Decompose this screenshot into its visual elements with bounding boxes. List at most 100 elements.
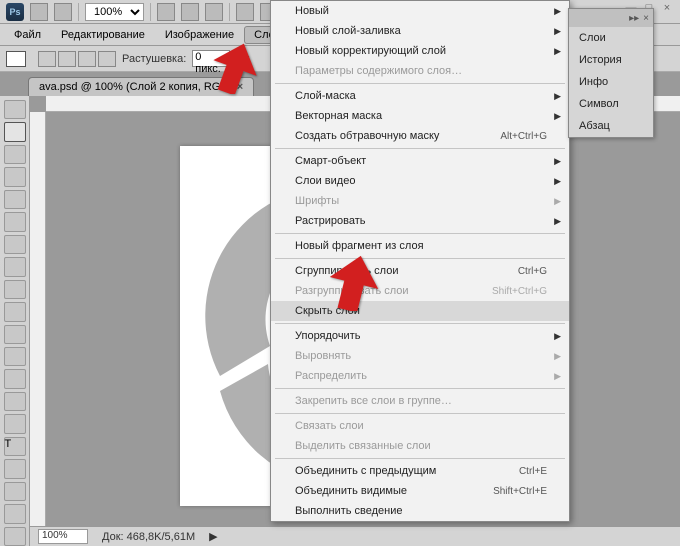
move-tool[interactable]: [4, 100, 26, 119]
wand-tool[interactable]: [4, 167, 26, 186]
menu-item: Связать слои: [271, 416, 569, 436]
menu-item[interactable]: Новый слой-заливка ▶: [271, 21, 569, 41]
menu-item-label: Выровнять: [295, 350, 351, 362]
menu-item[interactable]: Слой-маска▶: [271, 86, 569, 106]
submenu-arrow-icon: ▶: [554, 331, 561, 342]
flyout-close-icon[interactable]: ×: [643, 13, 649, 24]
submenu-arrow-icon: ▶: [554, 351, 561, 362]
menu-item[interactable]: Создать обтравочную маску Alt+Ctrl+G: [271, 126, 569, 146]
history-brush-tool[interactable]: [4, 302, 26, 321]
selection-intersect-icon[interactable]: [98, 51, 116, 67]
panel-symbol[interactable]: Символ: [569, 93, 653, 115]
dodge-tool[interactable]: [4, 392, 26, 411]
hand-tool[interactable]: [4, 527, 26, 546]
panel-paragraph[interactable]: Абзац: [569, 115, 653, 137]
layer-menu-dropdown: Новый ▶ Новый слой-заливка ▶ Новый корректир…: [270, 0, 570, 522]
menu-item[interactable]: Скрыть слои: [271, 301, 569, 321]
menu-item-label: Растрировать: [295, 215, 366, 227]
path-tool[interactable]: [4, 459, 26, 478]
flyout-collapse-icon[interactable]: ▸▸: [629, 13, 639, 24]
gradient-tool[interactable]: [4, 347, 26, 366]
menu-item[interactable]: Объединить с предыдущимCtrl+E: [271, 461, 569, 481]
layout-icon[interactable]: [54, 3, 72, 21]
menu-item-label: Параметры содержимого слоя…: [295, 65, 462, 77]
bridge-icon[interactable]: [30, 3, 48, 21]
menu-item[interactable]: Слои видео ▶: [271, 171, 569, 191]
selection-subtract-icon[interactable]: [78, 51, 96, 67]
chevron-right-icon[interactable]: ▶: [209, 530, 217, 543]
marquee-tool[interactable]: [4, 122, 26, 141]
selection-new-icon[interactable]: [38, 51, 56, 67]
submenu-arrow-icon: ▶: [554, 176, 561, 187]
3d-tool[interactable]: [4, 504, 26, 523]
tool-preset-icon[interactable]: [6, 51, 26, 67]
brush-tool[interactable]: [4, 257, 26, 276]
menu-item[interactable]: Объединить видимыеShift+Ctrl+E: [271, 481, 569, 501]
document-tab[interactable]: ava.psd @ 100% (Слой 2 копия, RGB/ ×: [28, 77, 254, 96]
eyedropper-tool[interactable]: [4, 212, 26, 231]
menu-item[interactable]: Выполнить сведение: [271, 501, 569, 521]
menu-item[interactable]: Векторная маска▶: [271, 106, 569, 126]
crop-tool[interactable]: [4, 190, 26, 209]
menu-item-label: Слой-маска: [295, 90, 356, 102]
tool-panel: T: [0, 96, 30, 546]
panel-history[interactable]: История: [569, 49, 653, 71]
menu-item-label: Закрепить все слои в группе…: [295, 395, 452, 407]
hand-tool-icon[interactable]: [157, 3, 175, 21]
submenu-arrow-icon: ▶: [554, 6, 561, 17]
zoom-select[interactable]: 100%: [85, 3, 144, 21]
submenu-arrow-icon: ▶: [554, 216, 561, 227]
menu-item-label: Создать обтравочную маску: [295, 130, 439, 142]
menu-separator: [275, 388, 565, 389]
menu-file[interactable]: Файл: [4, 26, 51, 44]
menu-item-label: Упорядочить: [295, 330, 360, 342]
blur-tool[interactable]: [4, 369, 26, 388]
lasso-tool[interactable]: [4, 145, 26, 164]
menu-separator: [275, 413, 565, 414]
close-icon[interactable]: ×: [237, 81, 243, 93]
rotate-view-icon[interactable]: [205, 3, 223, 21]
menu-shortcut: Ctrl+E: [519, 466, 547, 477]
type-tool[interactable]: T: [4, 437, 26, 456]
menu-item[interactable]: Растрировать ▶: [271, 211, 569, 231]
menu-item: Выделить связанные слои: [271, 436, 569, 456]
healing-tool[interactable]: [4, 235, 26, 254]
feather-input[interactable]: 0 пикс.: [192, 50, 230, 67]
menu-item[interactable]: Сгруппировать слоиCtrl+G: [271, 261, 569, 281]
menu-item[interactable]: Новый ▶: [271, 1, 569, 21]
menu-item: Шрифты▶: [271, 191, 569, 211]
shape-tool[interactable]: [4, 482, 26, 501]
zoom-tool-icon[interactable]: [181, 3, 199, 21]
panel-layers[interactable]: Слои: [569, 27, 653, 49]
panel-info[interactable]: Инфо: [569, 71, 653, 93]
arrange-docs-icon[interactable]: [236, 3, 254, 21]
selection-add-icon[interactable]: [58, 51, 76, 67]
zoom-field[interactable]: 100%: [38, 529, 88, 544]
menu-item: Закрепить все слои в группе…: [271, 391, 569, 411]
menu-item-label: Смарт-объект: [295, 155, 366, 167]
status-bar: 100% Док: 468,8K/5,61M ▶: [30, 526, 680, 546]
submenu-arrow-icon: ▶: [554, 111, 561, 122]
menu-edit[interactable]: Редактирование: [51, 26, 155, 44]
menu-separator: [275, 323, 565, 324]
separator: [229, 3, 230, 21]
style-label: Ст: [236, 53, 249, 65]
pen-tool[interactable]: [4, 414, 26, 433]
menu-item-label: Новый корректирующий слой: [295, 45, 446, 57]
feather-label: Растушевка:: [122, 53, 186, 65]
submenu-arrow-icon: ▶: [554, 26, 561, 37]
menu-item-label: Новый слой-заливка: [295, 25, 401, 37]
close-icon[interactable]: ×: [660, 2, 674, 14]
menu-item-label: Слои видео: [295, 175, 355, 187]
menu-item-label: Новый: [295, 5, 329, 17]
menu-separator: [275, 458, 565, 459]
menu-image[interactable]: Изображение: [155, 26, 244, 44]
menu-item[interactable]: Новый корректирующий слой▶: [271, 41, 569, 61]
menu-item[interactable]: Упорядочить ▶: [271, 326, 569, 346]
stamp-tool[interactable]: [4, 280, 26, 299]
menu-shortcut: Alt+Ctrl+G: [500, 131, 547, 142]
eraser-tool[interactable]: [4, 325, 26, 344]
menu-item[interactable]: Новый фрагмент из слоя: [271, 236, 569, 256]
menu-shortcut: Shift+Ctrl+G: [492, 286, 547, 297]
menu-item[interactable]: Смарт-объект▶: [271, 151, 569, 171]
